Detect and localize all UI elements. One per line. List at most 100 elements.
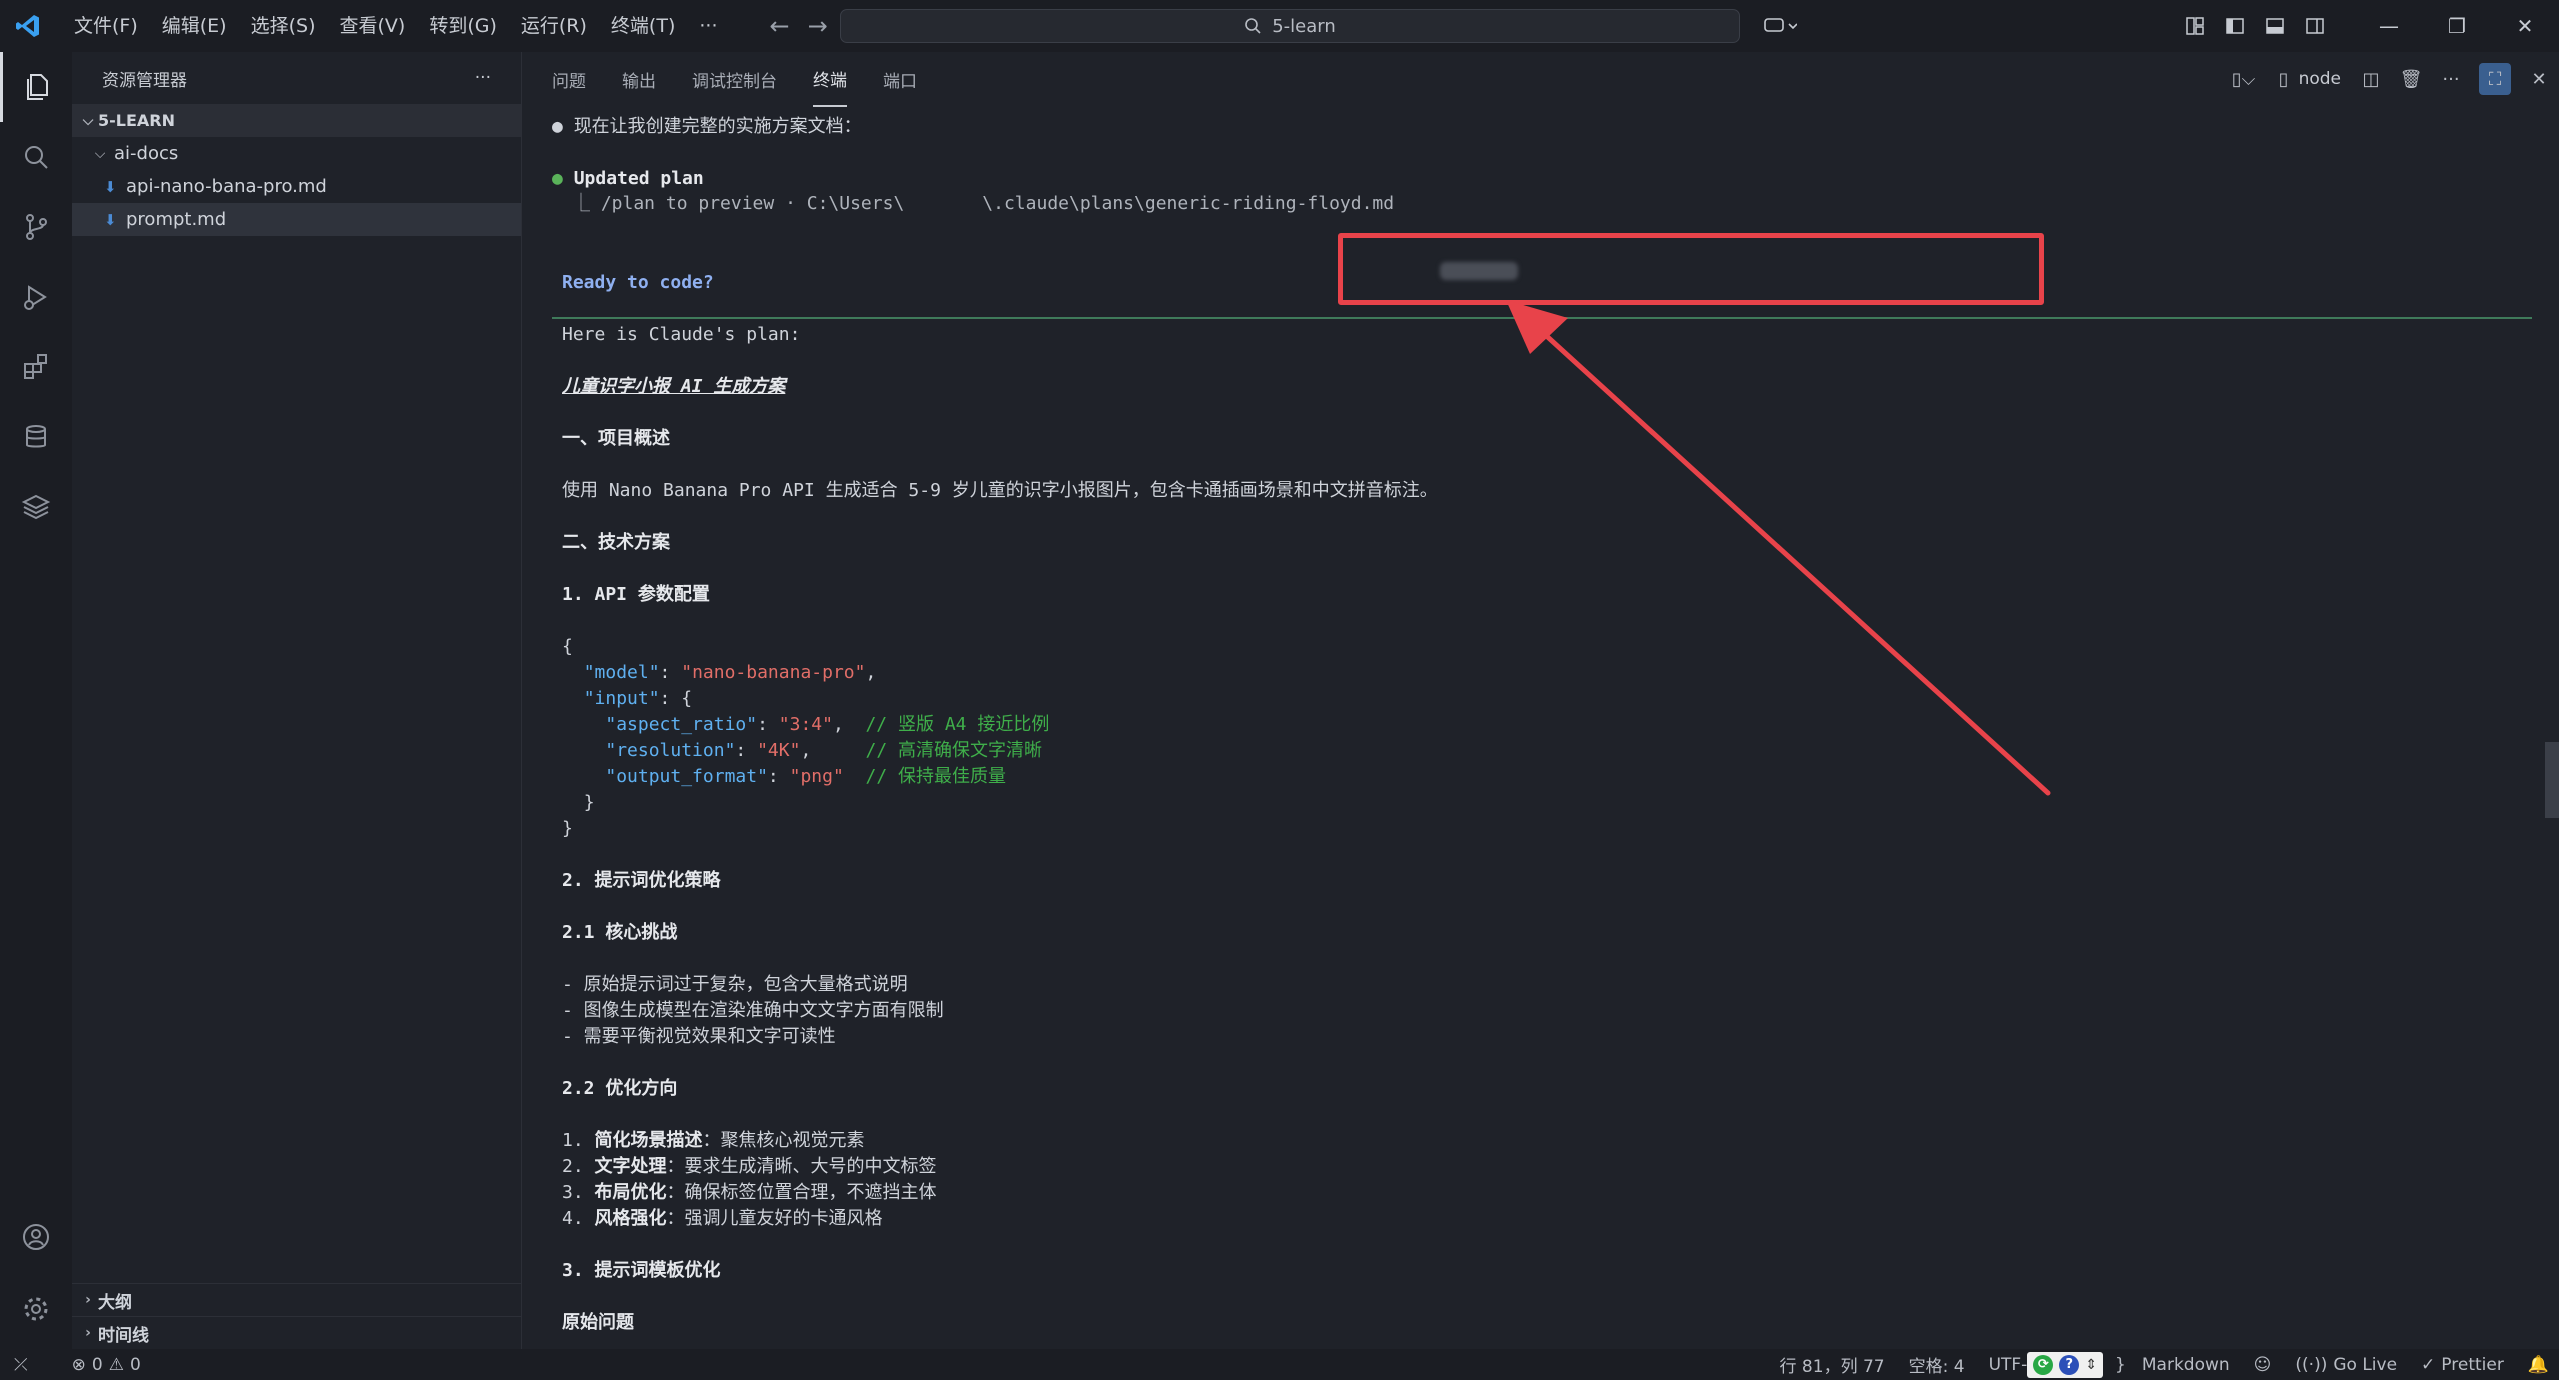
- split-terminal-dropdown-icon[interactable]: ▯⌵: [2219, 52, 2269, 106]
- toggle-primary-sidebar-icon[interactable]: [2215, 0, 2255, 52]
- outline-section[interactable]: › 大纲: [72, 1283, 522, 1316]
- prettier-button[interactable]: ✓ Prettier: [2409, 1349, 2516, 1380]
- item-number: 1.: [562, 1130, 584, 1151]
- code-key: "input": [583, 688, 660, 709]
- item-number: 2.: [562, 1156, 584, 1177]
- command-center-search[interactable]: 5-learn: [840, 9, 1740, 43]
- folder-ai-docs[interactable]: ⌵ ai-docs: [72, 137, 521, 170]
- code-key: "output_format": [605, 766, 768, 787]
- file-item[interactable]: ⬇ prompt.md: [72, 203, 521, 236]
- numbered-item: 4. 风格强化：强调儿童友好的卡通风格: [552, 1206, 883, 1232]
- folder-label: ai-docs: [114, 143, 179, 164]
- terminal-split-icon[interactable]: ▯: [2269, 52, 2299, 106]
- tab-terminal[interactable]: 终端: [813, 52, 847, 107]
- section-heading: 一、项目概述: [562, 428, 670, 449]
- title-bar-controls: — ❐ ✕: [2175, 0, 2559, 52]
- tab-debug-console[interactable]: 调试控制台: [692, 53, 777, 106]
- settings-gear-icon[interactable]: [0, 1274, 72, 1344]
- terminal-scrollbar[interactable]: [2545, 742, 2559, 818]
- menu-terminal[interactable]: 终端(T): [599, 0, 687, 52]
- database-icon[interactable]: [0, 402, 72, 472]
- plan-path-end[interactable]: \.claude\plans\generic-riding-floyd.md: [982, 193, 1394, 214]
- run-and-debug-icon[interactable]: [0, 262, 72, 332]
- text: 现在让我创建完整的实施方案文档：: [573, 116, 862, 137]
- code-comment: // 保持最佳质量: [865, 766, 1006, 787]
- menu-selection[interactable]: 选择(S): [239, 0, 328, 52]
- split-icon[interactable]: ◫: [2351, 52, 2391, 106]
- menu-run[interactable]: 运行(R): [509, 0, 599, 52]
- more-actions-icon[interactable]: ···: [475, 68, 491, 88]
- bullet-line: - 原始提示词过于复杂，包含大量格式说明: [562, 974, 908, 995]
- timeline-section[interactable]: › 时间线: [72, 1316, 522, 1349]
- item-number: 4.: [562, 1208, 584, 1229]
- sidebar-bottom-sections: › 大纲 › 时间线: [72, 1283, 522, 1349]
- trash-icon[interactable]: 🗑: [2391, 52, 2431, 106]
- item-label: 文字处理: [594, 1156, 667, 1177]
- section-body: 使用 Nano Banana Pro API 生成适合 5-9 岁儿童的识字小报…: [562, 480, 1438, 501]
- code-value: "3:4": [778, 714, 833, 735]
- terminal-line: ● Updated plan: [552, 166, 704, 192]
- copilot-chat-icon[interactable]: [1760, 0, 1800, 52]
- root-folder-label: 5-LEARN: [98, 111, 175, 130]
- indentation[interactable]: 空格: 4: [1897, 1349, 1977, 1380]
- menu-edit[interactable]: 编辑(E): [150, 0, 239, 52]
- menu-file[interactable]: 文件(F): [62, 0, 150, 52]
- extensions-icon[interactable]: [0, 332, 72, 402]
- code-comment: // 高清确保文字清晰: [865, 740, 1042, 761]
- menu-view[interactable]: 查看(V): [328, 0, 418, 52]
- code-line: "aspect_ratio": "3:4", // 竖版 A4 接近比例: [605, 714, 1050, 735]
- language-mode[interactable]: Markdown: [2130, 1349, 2242, 1380]
- maximize-panel-icon[interactable]: ⛶: [2479, 63, 2511, 95]
- file-item[interactable]: ⬇ api-nano-bana-pro.md: [72, 170, 521, 203]
- tab-ports[interactable]: 端口: [883, 53, 917, 106]
- close-panel-icon[interactable]: ✕: [2519, 52, 2559, 106]
- sub-heading: 3. 提示词模板优化: [562, 1260, 721, 1281]
- go-live-button[interactable]: ((·)) Go Live: [2283, 1349, 2409, 1380]
- menu-go[interactable]: 转到(G): [417, 0, 509, 52]
- tab-problems[interactable]: 问题: [552, 53, 586, 106]
- code-value: "4K": [757, 740, 801, 761]
- remote-indicator-icon[interactable]: ⤫: [0, 1349, 40, 1380]
- help-icon: ?: [2059, 1354, 2080, 1375]
- encoding[interactable]: UTF-: [1977, 1349, 2028, 1380]
- problems-indicator[interactable]: ⊗ 0 ⚠ 0: [60, 1349, 153, 1380]
- plan-path-line: ⎿ /plan to preview · C:\Users\ \.claude\p…: [572, 191, 1394, 217]
- more-actions-icon[interactable]: ···: [2431, 52, 2471, 106]
- warning-icon: ⚠: [108, 1354, 124, 1375]
- toggle-secondary-sidebar-icon[interactable]: [2295, 0, 2335, 52]
- sub-heading: 1. API 参数配置: [562, 584, 710, 605]
- layers-icon[interactable]: [0, 472, 72, 542]
- restore-button[interactable]: ❐: [2423, 0, 2491, 52]
- terminal-name[interactable]: node: [2299, 69, 2341, 89]
- copilot-icon[interactable]: ☺: [2242, 1349, 2284, 1380]
- toggle-panel-icon[interactable]: [2255, 0, 2295, 52]
- tab-output[interactable]: 输出: [622, 53, 656, 106]
- close-window-button[interactable]: ✕: [2491, 0, 2559, 52]
- code-line: "model": "nano-banana-pro",: [583, 662, 877, 683]
- item-label: 简化场景描述: [594, 1130, 703, 1151]
- title-bar: 文件(F) 编辑(E) 选择(S) 查看(V) 转到(G) 运行(R) 终端(T…: [0, 0, 2559, 52]
- ime-indicator[interactable]: ⟳ ? ⇕: [2027, 1351, 2104, 1378]
- forward-arrow-icon[interactable]: →: [808, 12, 828, 40]
- search-icon[interactable]: [0, 122, 72, 192]
- customize-layout-icon[interactable]: [2175, 0, 2215, 52]
- item-number: 3.: [562, 1182, 584, 1203]
- warning-count: 0: [129, 1354, 141, 1375]
- plan-divider: [552, 317, 2532, 319]
- section-heading: 二、技术方案: [562, 532, 670, 553]
- menu-bar: 文件(F) 编辑(E) 选择(S) 查看(V) 转到(G) 运行(R) 终端(T…: [62, 0, 729, 52]
- cursor-position[interactable]: 行 81，列 77: [1768, 1349, 1897, 1380]
- source-control-icon[interactable]: [0, 192, 72, 262]
- notifications-bell-icon[interactable]: 🔔: [2516, 1349, 2559, 1380]
- explorer-icon[interactable]: [0, 52, 72, 122]
- plan-path-start[interactable]: C:\Users\: [807, 193, 905, 214]
- check-icon: ✓: [2421, 1354, 2436, 1375]
- account-icon[interactable]: [0, 1202, 72, 1272]
- minimize-button[interactable]: —: [2355, 0, 2423, 52]
- annotation-highlight-box: [1338, 233, 2044, 305]
- menu-more[interactable]: ···: [687, 0, 729, 52]
- activity-bar: [0, 52, 72, 1349]
- explorer-sidebar: 资源管理器 ··· ⌵ 5-LEARN ⌵ ai-docs ⬇ api-nano…: [72, 52, 522, 1349]
- back-arrow-icon[interactable]: ←: [769, 12, 789, 40]
- folder-root[interactable]: ⌵ 5-LEARN: [72, 104, 521, 137]
